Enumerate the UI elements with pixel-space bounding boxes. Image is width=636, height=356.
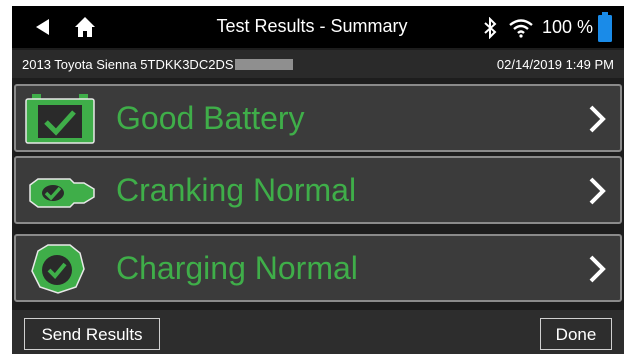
chevron-right-icon[interactable] <box>588 104 606 134</box>
wifi-icon <box>509 19 533 38</box>
result-row-cranking[interactable]: Cranking Normal <box>14 156 622 224</box>
result-label-battery: Good Battery <box>116 100 305 136</box>
device-screen: Test Results - Summary 100 % 2013 Toyota… <box>12 6 624 354</box>
chevron-right-icon[interactable] <box>588 176 606 206</box>
vehicle-description: 2013 Toyota Sienna 5TDKK3DC2DS <box>22 57 293 72</box>
back-icon[interactable] <box>34 18 52 36</box>
alternator-check-icon <box>31 244 85 294</box>
result-row-charging[interactable]: Charging Normal <box>14 234 622 302</box>
home-icon[interactable] <box>74 16 96 38</box>
send-results-button[interactable]: Send Results <box>24 318 160 350</box>
chevron-right-icon[interactable] <box>588 254 606 284</box>
bluetooth-icon <box>484 17 497 39</box>
page-title: Test Results - Summary <box>216 16 408 36</box>
vehicle-text: 2013 Toyota Sienna 5TDKK3DC2DS <box>22 57 234 72</box>
result-label-cranking: Cranking Normal <box>116 172 357 208</box>
battery-percent: 100 % <box>542 17 594 37</box>
test-datetime: 02/14/2019 1:49 PM <box>496 57 614 72</box>
footer-bar: Send Results Done <box>12 310 624 354</box>
battery-check-icon <box>25 94 95 144</box>
result-row-battery[interactable]: Good Battery <box>14 84 622 152</box>
vin-redaction <box>234 59 293 70</box>
vehicle-info-bar: 2013 Toyota Sienna 5TDKK3DC2DS 02/14/201… <box>12 50 624 78</box>
done-button[interactable]: Done <box>540 318 612 350</box>
starter-motor-check-icon <box>29 178 95 208</box>
battery-icon <box>598 12 612 42</box>
result-label-charging: Charging Normal <box>116 250 358 286</box>
status-bar: Test Results - Summary 100 % <box>12 6 624 48</box>
